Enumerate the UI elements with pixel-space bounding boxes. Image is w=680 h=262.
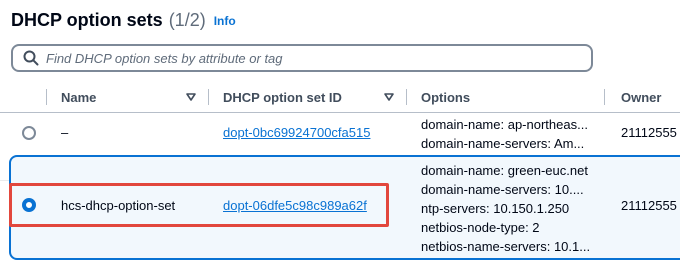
column-divider: [604, 89, 605, 105]
search-placeholder: Find DHCP option sets by attribute or ta…: [46, 50, 283, 66]
option-line: domain-name-servers: Am...: [421, 136, 585, 151]
option-set-id-link[interactable]: dopt-0bc69924700cfa515: [223, 125, 370, 140]
row-options: domain-name: green-euc.net domain-name-s…: [421, 161, 590, 256]
page-title: DHCP option sets: [11, 10, 163, 30]
row-owner: 21112555: [621, 125, 677, 140]
selection-count: (1/2): [168, 10, 206, 30]
column-header-name[interactable]: Name: [61, 82, 96, 112]
page-header: DHCP option sets (1/2) Info: [11, 10, 236, 34]
row-select-radio[interactable]: [22, 126, 36, 140]
column-divider: [208, 89, 209, 105]
column-header-owner[interactable]: Owner: [621, 82, 661, 112]
row-name: –: [61, 125, 69, 140]
column-header-options[interactable]: Options: [421, 82, 470, 112]
column-header-id[interactable]: DHCP option set ID: [223, 82, 342, 112]
option-line: ntp-servers: 10.150.1.250: [421, 201, 570, 216]
option-line: netbios-node-type: 2: [421, 220, 540, 235]
search-icon: [23, 50, 39, 66]
table-header: Name DHCP option set ID Options Owner: [0, 82, 680, 112]
column-divider: [46, 89, 47, 105]
highlight-annotation: [9, 183, 389, 227]
row-options: domain-name: ap-northeas... domain-name-…: [421, 115, 588, 153]
dhcp-option-sets-table: Name DHCP option set ID Options Owner – …: [0, 82, 680, 262]
option-line: domain-name-servers: 10....: [421, 182, 584, 197]
info-link[interactable]: Info: [214, 14, 236, 28]
option-line: domain-name: ap-northeas...: [421, 117, 588, 132]
caret-down-icon[interactable]: [383, 91, 395, 103]
option-line: netbios-name-servers: 10.1...: [421, 239, 591, 254]
search-input[interactable]: Find DHCP option sets by attribute or ta…: [11, 44, 593, 72]
column-divider: [406, 89, 407, 105]
row-owner: 21112555: [621, 198, 677, 213]
option-line: domain-name: green-euc.net: [421, 163, 588, 178]
caret-down-icon[interactable]: [185, 91, 197, 103]
